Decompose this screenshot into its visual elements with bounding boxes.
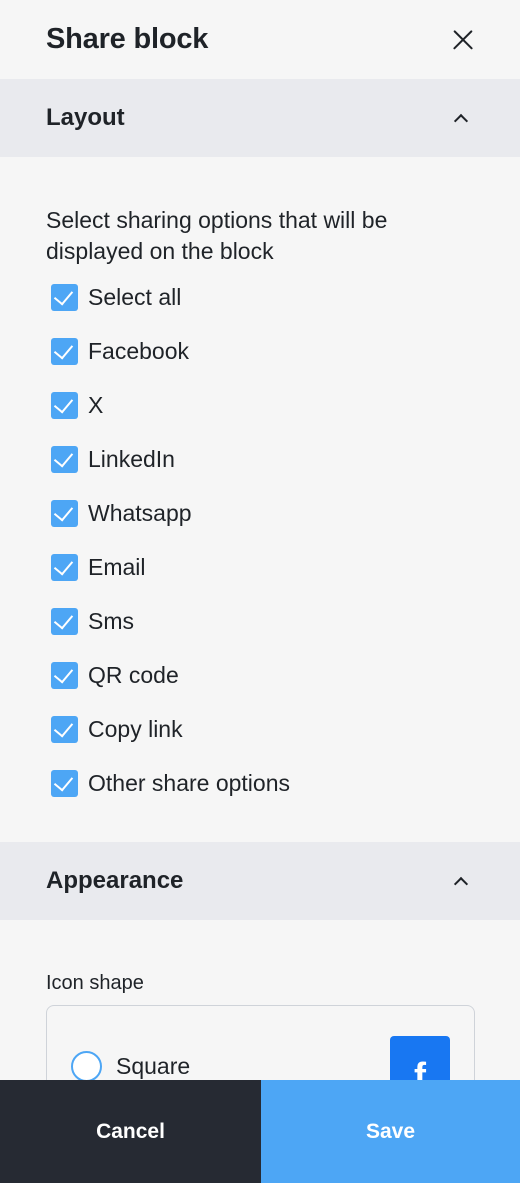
option-whatsapp[interactable]: Whatsapp	[46, 486, 474, 540]
option-label: Sms	[88, 607, 134, 634]
checkbox-checked-icon[interactable]	[51, 553, 78, 581]
option-label: Email	[88, 553, 146, 580]
checkbox-checked-icon[interactable]	[51, 283, 78, 311]
sharing-options-description: Select sharing options that will be disp…	[46, 207, 388, 264]
layout-section-body: Select sharing options that will be disp…	[0, 157, 520, 842]
checkbox-checked-icon[interactable]	[51, 607, 78, 635]
cancel-button[interactable]: Cancel	[0, 1080, 261, 1183]
appearance-section-header[interactable]: Appearance	[0, 842, 520, 920]
panel-header: Share block	[0, 0, 520, 79]
option-other-share-options[interactable]: Other share options	[46, 756, 474, 810]
save-button[interactable]: Save	[261, 1080, 520, 1183]
sharing-options-list: Select all Facebook X LinkedIn Whatsapp …	[46, 278, 474, 810]
option-label: Whatsapp	[88, 499, 192, 526]
checkbox-checked-icon[interactable]	[51, 769, 78, 797]
option-select-all[interactable]: Select all	[46, 278, 474, 316]
option-qr-code[interactable]: QR code	[46, 648, 474, 702]
checkbox-checked-icon[interactable]	[51, 499, 78, 527]
share-block-panel: Share block Layout Select sharing option…	[0, 0, 520, 1183]
option-label: Other share options	[88, 769, 291, 796]
option-sms[interactable]: Sms	[46, 594, 474, 648]
shape-option-label: Square	[116, 1053, 191, 1079]
option-email[interactable]: Email	[46, 540, 474, 594]
checkbox-checked-icon[interactable]	[51, 661, 78, 689]
option-label: QR code	[88, 661, 179, 688]
checkbox-checked-icon[interactable]	[51, 391, 78, 419]
checkbox-checked-icon[interactable]	[51, 445, 78, 473]
appearance-section-title: Appearance	[46, 867, 184, 894]
chevron-up-icon	[453, 113, 469, 129]
option-label: Select all	[88, 283, 182, 310]
option-linkedin[interactable]: LinkedIn	[46, 432, 474, 486]
option-label: Copy link	[88, 715, 183, 742]
option-label: Facebook	[88, 337, 190, 364]
checkbox-checked-icon[interactable]	[51, 715, 78, 743]
checkbox-checked-icon[interactable]	[51, 337, 78, 365]
option-x[interactable]: X	[46, 378, 474, 432]
option-facebook[interactable]: Facebook	[46, 324, 474, 378]
layout-section-title: Layout	[46, 104, 125, 131]
icon-shape-label: Icon shape	[46, 972, 144, 994]
panel-title: Share block	[46, 23, 209, 55]
chevron-up-icon	[453, 876, 469, 892]
radio-unselected-icon[interactable]	[71, 1051, 102, 1082]
option-label: X	[88, 391, 104, 418]
layout-section-header[interactable]: Layout	[0, 79, 520, 157]
option-copy-link[interactable]: Copy link	[46, 702, 474, 756]
option-label: LinkedIn	[88, 445, 175, 472]
close-icon[interactable]	[450, 27, 476, 53]
footer-actions: Cancel Save	[0, 1080, 520, 1183]
